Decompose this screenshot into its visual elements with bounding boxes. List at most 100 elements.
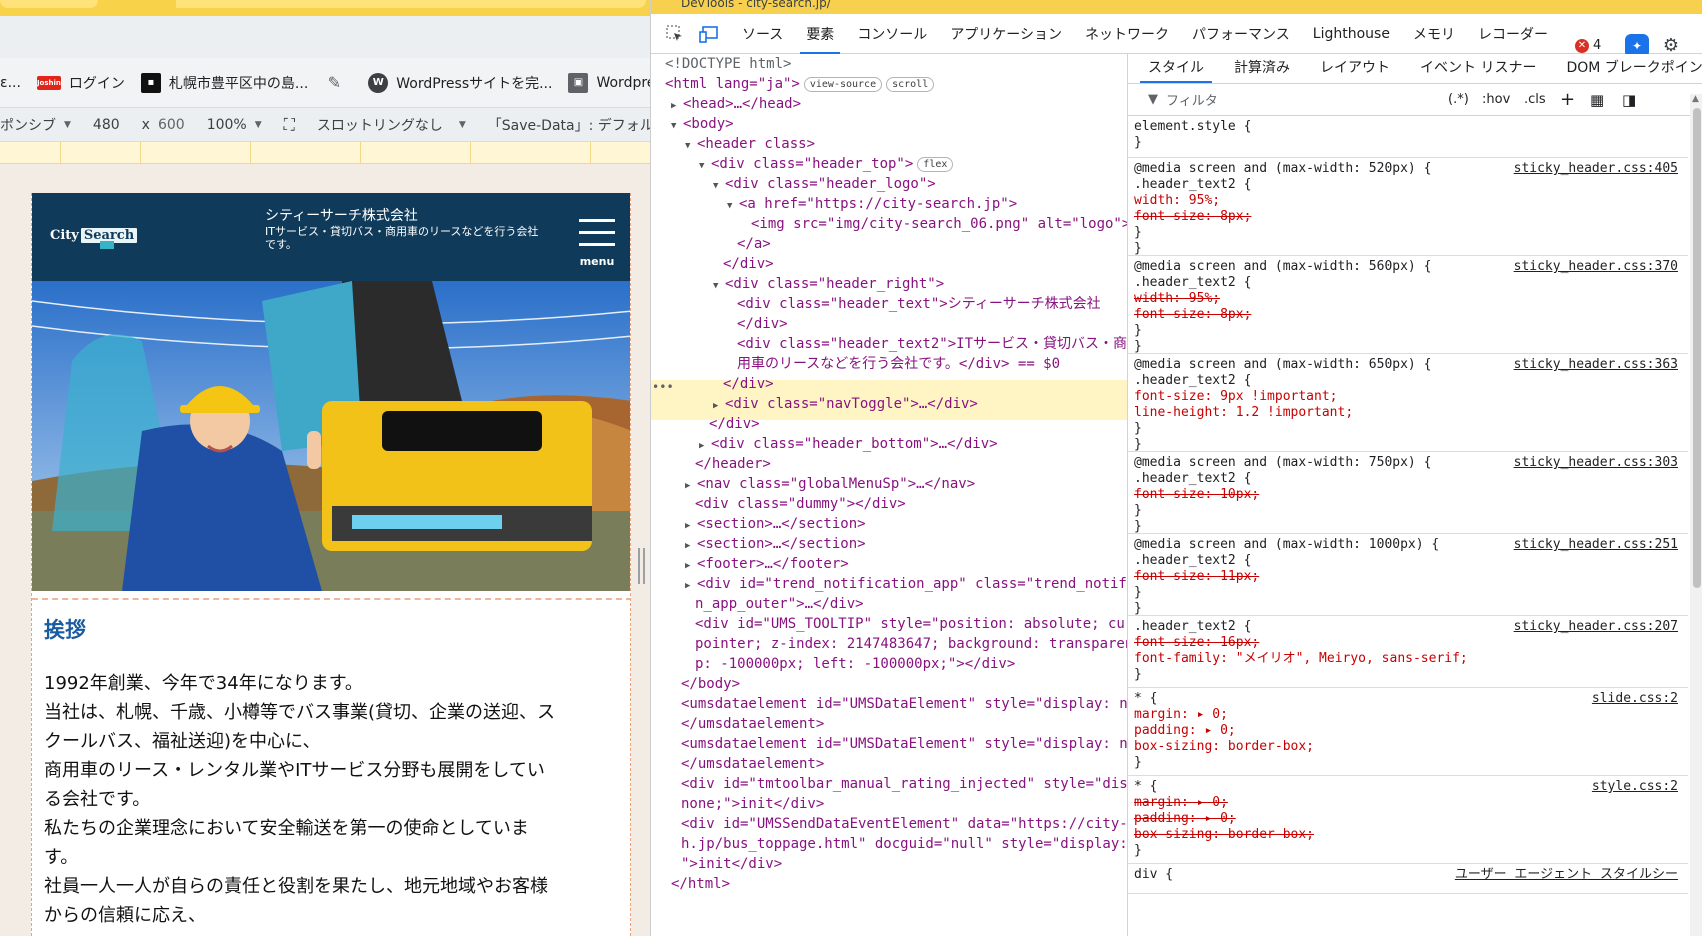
css-declaration[interactable]: } [1134, 754, 1142, 771]
css-declaration[interactable]: font-size: 10px; [1134, 486, 1259, 503]
css-selector[interactable]: * { [1134, 690, 1157, 707]
dom-node[interactable]: ▶ <div class="header_bottom">…</div> [699, 434, 998, 454]
media-query-ruler[interactable] [0, 142, 650, 164]
throttle-select[interactable]: スロットリングなし ▼ [317, 115, 466, 135]
css-declaration[interactable]: } [1134, 584, 1142, 601]
css-declaration[interactable]: margin: ▸ 0; [1134, 794, 1228, 811]
expand-arrow-icon[interactable]: ▶ [713, 396, 725, 416]
css-declaration[interactable]: font-family: "メイリオ", Meiryo, sans-serif; [1134, 650, 1468, 667]
flex-badge[interactable]: flex [917, 156, 954, 172]
css-rule[interactable]: @media screen and (max-width: 520px) { .… [1128, 158, 1688, 256]
tab-memory[interactable]: メモリ [1413, 14, 1455, 54]
menu-toggle-button[interactable]: menu [576, 217, 618, 269]
dom-node-selected[interactable]: 用車のリースなどを行う会社です。</div> == $0 [737, 354, 1060, 374]
css-source-link[interactable]: sticky_header.css:207 [1514, 618, 1678, 635]
dom-node-selected[interactable]: <div class="header_text2">ITサービス・貸切バス・商 [737, 334, 1127, 354]
dom-node[interactable]: ▶ <head>…</head> [671, 94, 801, 114]
dom-node[interactable]: <div class="header_text">シティーサーチ株式会社 [737, 294, 1101, 314]
dom-node[interactable]: ▶ <nav class="globalMenuSp">…</nav> [685, 474, 975, 494]
add-rule-icon[interactable]: + [1560, 89, 1575, 110]
bookmark-item[interactable]: ε... [0, 75, 21, 91]
css-selector[interactable]: @media screen and (max-width: 1000px) { [1134, 536, 1439, 553]
dom-node[interactable]: </a> [737, 234, 771, 254]
save-data-select[interactable]: 「Save-Data」: デフォルト▼ [488, 115, 650, 135]
css-rule[interactable]: * { margin: ▸ 0; padding: ▸ 0; box-sizin… [1128, 688, 1688, 776]
tab-application[interactable]: アプリケーション [950, 14, 1062, 54]
css-rule[interactable]: @media screen and (max-width: 650px) { .… [1128, 354, 1688, 452]
scroll-badge[interactable]: scroll [886, 76, 935, 92]
css-declaration[interactable]: font-size: 8px; [1134, 306, 1251, 323]
collapse-arrow-icon[interactable]: ▼ [713, 276, 725, 296]
width-input[interactable]: 480 [93, 117, 120, 133]
css-declaration[interactable]: } [1134, 240, 1142, 257]
css-selector[interactable]: * { [1134, 778, 1157, 795]
css-declaration[interactable]: font-size: 8px; [1134, 208, 1251, 225]
css-declaration[interactable]: } [1134, 518, 1142, 535]
tab-lighthouse[interactable]: Lighthouse [1313, 16, 1390, 52]
css-rule[interactable]: element.style {} [1128, 116, 1688, 158]
css-source-link[interactable]: slide.css:2 [1592, 690, 1678, 707]
css-selector[interactable]: element.style { [1134, 118, 1251, 135]
dom-node[interactable]: ▼ <div class="header_right"> [713, 274, 944, 294]
dom-node[interactable]: p: -100000px; left: -100000px;"></div> [695, 654, 1015, 674]
tab-console[interactable]: コンソール [857, 14, 927, 54]
view-source-badge[interactable]: view-source [803, 76, 883, 92]
cls-toggle[interactable]: .cls [1524, 92, 1546, 107]
css-selector[interactable]: @media screen and (max-width: 560px) { [1134, 258, 1431, 275]
tab-network[interactable]: ネットワーク [1085, 14, 1169, 54]
tab-computed[interactable]: 計算済み [1234, 57, 1290, 83]
dom-node[interactable]: ▶ <div class="navToggle">…</div> [713, 394, 978, 414]
css-rule[interactable]: .header_text2 { font-size: 16px; font-fa… [1128, 616, 1688, 688]
css-declaration[interactable]: font-size: 9px !important; [1134, 388, 1338, 405]
dom-node[interactable]: ▶ <section>…</section> [685, 534, 866, 554]
bookmark-item-wordpress[interactable]: W WordPressサイトを完... [368, 72, 552, 93]
css-declaration[interactable]: margin: ▸ 0; [1134, 706, 1228, 723]
collapse-arrow-icon[interactable]: ▼ [699, 156, 711, 176]
dom-node[interactable]: pointer; z-index: 2147483647; background… [695, 634, 1127, 654]
bookmark-item-feather[interactable]: ✎ [324, 73, 352, 93]
css-source-link[interactable]: sticky_header.css:251 [1514, 536, 1678, 553]
dom-node[interactable]: </div> [723, 374, 774, 394]
dom-node[interactable]: <umsdataelement id="UMSDataElement" styl… [681, 734, 1127, 754]
collapse-arrow-icon[interactable]: ▼ [727, 196, 739, 216]
dom-node[interactable]: </umsdataelement> [681, 754, 824, 774]
dom-node[interactable]: </div> [709, 414, 760, 434]
expand-arrow-icon[interactable]: ▶ [671, 96, 683, 116]
css-declaration[interactable]: } [1134, 666, 1142, 683]
error-counter[interactable]: ✕ 4 [1575, 38, 1601, 53]
screenshot-icon[interactable]: ⛶ [284, 115, 295, 135]
dom-node[interactable]: <img src="img/city-search_06.png" alt="l… [751, 214, 1127, 234]
css-source-link[interactable]: sticky_header.css:303 [1514, 454, 1678, 471]
collapse-arrow-icon[interactable]: ▼ [671, 116, 683, 136]
css-declaration[interactable]: } [1134, 842, 1142, 859]
tab[interactable] [0, 0, 98, 8]
expand-arrow-icon[interactable]: ▶ [685, 516, 697, 536]
css-source-link[interactable]: sticky_header.css:363 [1514, 356, 1678, 373]
dom-node[interactable]: </div> [737, 314, 788, 334]
dom-node[interactable]: <div class="dummy"></div> [695, 494, 906, 514]
dom-node[interactable]: <div id="UMS_TOOLTIP" style="position: a… [695, 614, 1127, 634]
resize-handle[interactable] [638, 548, 645, 584]
collapse-arrow-icon[interactable]: ▼ [685, 136, 697, 156]
inspect-element-icon[interactable] [665, 24, 685, 44]
css-rule[interactable]: @media screen and (max-width: 560px) { .… [1128, 256, 1688, 354]
css-declaration[interactable]: .header_text2 { [1134, 470, 1251, 487]
dom-node[interactable]: h.jp/bus_toppage.html" docguid="null" st… [681, 834, 1127, 854]
height-input[interactable]: 600 [158, 117, 185, 133]
tab-performance[interactable]: パフォーマンス [1192, 14, 1290, 54]
device-select[interactable]: ポンシブ ▼ [0, 115, 71, 135]
dom-node[interactable]: <html lang="ja"> view-source scroll [665, 74, 935, 94]
bookmark-item-wordpress2[interactable]: ▣ Wordpres [568, 72, 650, 93]
css-declaration[interactable]: } [1134, 436, 1142, 453]
css-declaration[interactable]: } [1134, 502, 1142, 519]
css-selector[interactable]: @media screen and (max-width: 520px) { [1134, 160, 1431, 177]
dom-node[interactable]: <div id="UMSSendDataEventElement" data="… [681, 814, 1127, 834]
dom-node[interactable]: ▼ <div class="header_logo"> [713, 174, 936, 194]
css-declaration[interactable]: font-size: 11px; [1134, 568, 1259, 585]
css-declaration[interactable]: padding: ▸ 0; [1134, 810, 1236, 827]
css-declaration[interactable]: .header_text2 { [1134, 552, 1251, 569]
css-declaration[interactable]: } [1134, 322, 1142, 339]
hov-toggle[interactable]: :hov [1482, 92, 1510, 107]
scrollbar-thumb[interactable] [1693, 108, 1701, 588]
bookmark-item-sapporo[interactable]: ▪ 札幌市豊平区中の島... [140, 72, 308, 93]
